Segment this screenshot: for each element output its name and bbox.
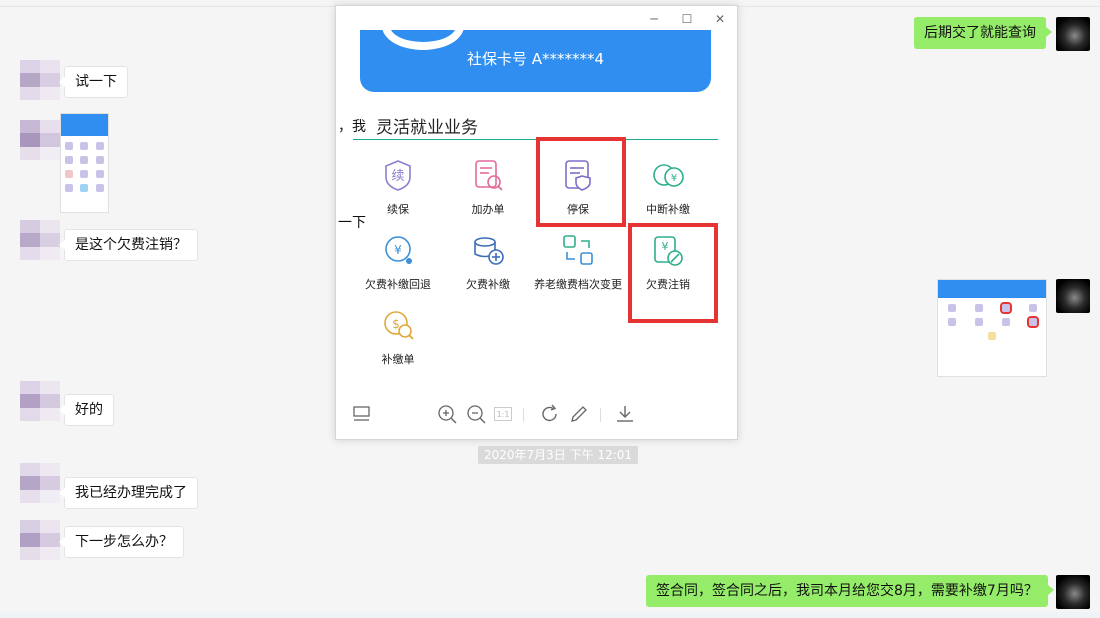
arrears-pay-icon xyxy=(471,233,505,267)
avatar-contact[interactable] xyxy=(20,463,60,503)
interrupt-pay-icon: ¥ xyxy=(651,158,685,192)
pension-level-icon xyxy=(561,233,595,267)
close-button[interactable]: ✕ xyxy=(712,12,728,26)
message-bubble-left[interactable]: 好的 xyxy=(59,394,114,426)
arrears-rollback-icon: ¥ xyxy=(381,233,415,267)
rotate-icon[interactable] xyxy=(539,403,561,425)
service-item-payment-form[interactable]: $ 补缴单 xyxy=(353,308,443,367)
service-item-add-form[interactable]: 加办单 xyxy=(443,158,533,217)
toolbar-divider xyxy=(523,408,524,422)
service-item-label: 补缴单 xyxy=(381,353,415,366)
avatar-contact[interactable] xyxy=(20,220,60,260)
renew-icon: 续 xyxy=(381,158,415,192)
avatar-contact[interactable] xyxy=(20,120,60,160)
actual-size-icon[interactable]: 1:1 xyxy=(494,407,512,421)
message-bubble-left[interactable]: 下一步怎么办？ xyxy=(59,526,184,558)
maximize-button[interactable]: ☐ xyxy=(679,12,695,26)
partial-message-text: ，我 xyxy=(336,116,368,136)
viewer-image[interactable]: 社保卡号 A*******4 灵活就业业务 续 续保 加办单 停保 ¥ 中断补缴… xyxy=(353,30,718,383)
avatar-self[interactable] xyxy=(1056,575,1090,609)
viewer-toolbar: 1:1 xyxy=(336,389,739,439)
svg-text:¥: ¥ xyxy=(671,173,677,184)
thumbnail-icon[interactable] xyxy=(351,403,373,425)
service-item-label: 加办单 xyxy=(471,203,505,216)
service-item-pension-level[interactable]: 养老缴费档次变更 xyxy=(533,233,623,292)
section-title: 灵活就业业务 xyxy=(376,118,478,138)
toolbar-divider xyxy=(600,408,601,422)
social-security-card: 社保卡号 A*******4 xyxy=(360,30,711,92)
service-item-label: 中断补缴 xyxy=(646,203,690,216)
service-item-arrears-pay[interactable]: 欠费补缴 xyxy=(443,233,533,292)
avatar-contact[interactable] xyxy=(20,60,60,100)
edit-icon[interactable] xyxy=(568,403,590,425)
zoom-out-icon[interactable] xyxy=(465,403,487,425)
avatar-contact[interactable] xyxy=(20,520,60,560)
add-form-icon xyxy=(471,158,505,192)
highlight-box xyxy=(628,223,718,323)
avatar-self[interactable] xyxy=(1056,17,1090,51)
service-item-renew[interactable]: 续 续保 xyxy=(353,158,443,217)
message-bubble-left[interactable]: 试一下 xyxy=(59,66,128,98)
timestamp: 2020年7月3日 下午 12:01 xyxy=(478,446,639,464)
svg-text:¥: ¥ xyxy=(394,243,402,257)
service-item-label: 欠费补缴 xyxy=(466,278,510,291)
highlight-box xyxy=(536,137,626,227)
svg-text:续: 续 xyxy=(391,169,404,184)
payment-form-icon: $ xyxy=(381,308,415,342)
message-bubble-left[interactable]: 我已经办理完成了 xyxy=(59,477,198,509)
input-area-edge xyxy=(0,612,1100,618)
card-number: 社保卡号 A*******4 xyxy=(466,50,605,68)
minimize-button[interactable]: ─ xyxy=(646,12,662,26)
service-item-label: 欠费补缴回退 xyxy=(365,278,431,291)
zoom-in-icon[interactable] xyxy=(436,403,458,425)
service-item-arrears-rollback[interactable]: ¥ 欠费补缴回退 xyxy=(353,233,443,292)
image-viewer-window: ─ ☐ ✕ 社保卡号 A*******4 灵活就业业务 续 续保 加办单 停保 xyxy=(335,5,738,440)
download-icon[interactable] xyxy=(614,403,636,425)
image-message-thumbnail[interactable] xyxy=(60,113,109,213)
image-message-thumbnail[interactable] xyxy=(937,279,1047,377)
service-item-label: 养老缴费档次变更 xyxy=(534,278,622,291)
partial-message-text: 一下 xyxy=(336,212,368,232)
message-bubble-right[interactable]: 签合同，签合同之后，我司本月给您交8月，需要补缴7月吗？ xyxy=(646,575,1054,607)
message-bubble-right[interactable]: 后期交了就能查询 xyxy=(914,17,1052,49)
service-item-interrupt-pay[interactable]: ¥ 中断补缴 xyxy=(623,158,713,217)
message-bubble-left[interactable]: 是这个欠费注销？ xyxy=(59,229,198,261)
avatar-self[interactable] xyxy=(1056,279,1090,313)
avatar-contact[interactable] xyxy=(20,381,60,421)
card-logo-icon xyxy=(382,30,464,50)
